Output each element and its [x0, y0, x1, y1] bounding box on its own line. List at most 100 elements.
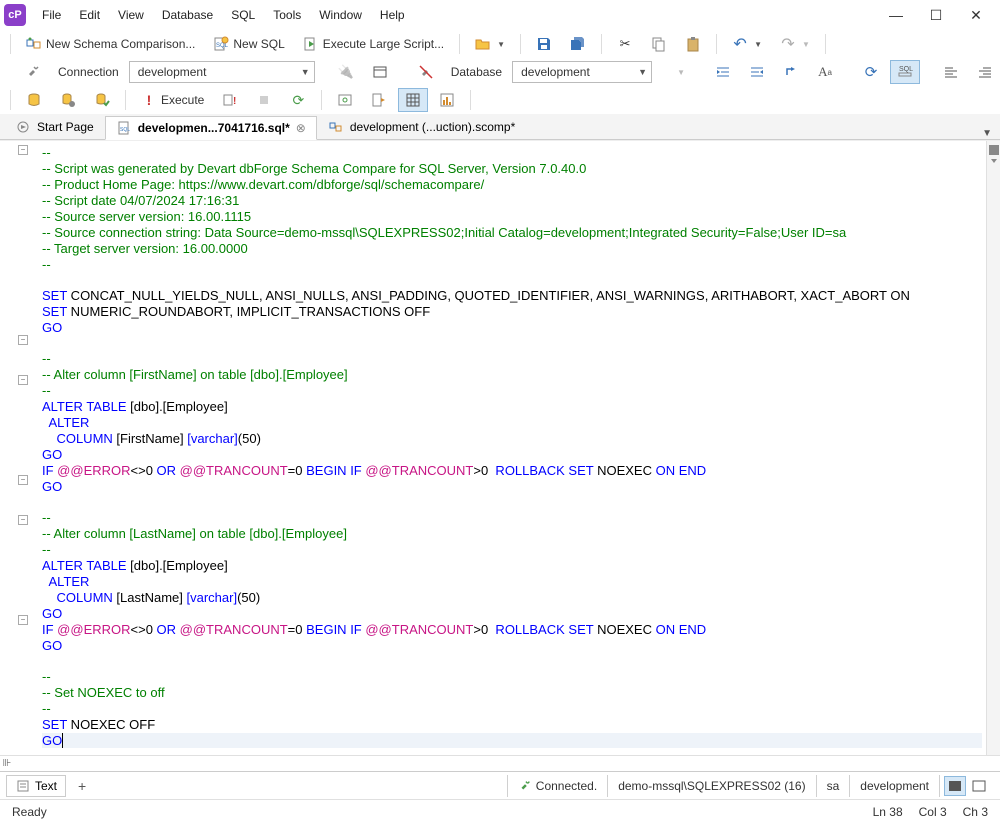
align-right-icon [977, 64, 993, 80]
stop-button[interactable] [249, 88, 279, 112]
menu-help[interactable]: Help [372, 4, 413, 26]
query-builder-button[interactable] [330, 88, 360, 112]
status-ready: Ready [12, 805, 47, 819]
connection-dropdown[interactable]: development ▼ [129, 61, 315, 83]
folder-open-icon [475, 36, 491, 52]
tab-label: developmen...7041716.sql* [138, 121, 290, 135]
bottom-tab-label: Text [35, 779, 57, 793]
fold-icon[interactable]: − [18, 375, 28, 385]
fold-icon[interactable]: − [18, 515, 28, 525]
refresh-button[interactable]: ⟳ [856, 60, 886, 84]
tab-close-icon[interactable]: ⊗ [296, 121, 306, 135]
plug-add-icon: 🔌 [338, 64, 354, 80]
bottom-tab-text[interactable]: Text [6, 775, 66, 797]
split-handle-icon[interactable]: ⊪ [0, 758, 14, 769]
menu-file[interactable]: File [34, 4, 69, 26]
align-right-button[interactable] [970, 60, 1000, 84]
tab-active-sql[interactable]: SQL developmen...7041716.sql* ⊗ [105, 116, 317, 140]
reload-button[interactable]: ⟳ [283, 88, 313, 112]
svg-text:!: ! [233, 96, 236, 107]
horizontal-scroll-area[interactable]: ⊪ [0, 755, 1000, 771]
undo-button[interactable]: ↶ ▼ [725, 32, 769, 56]
db-3-button[interactable] [87, 88, 117, 112]
save-all-button[interactable] [563, 32, 593, 56]
tab-start-page[interactable]: Start Page [4, 115, 105, 139]
menu-window[interactable]: Window [311, 4, 370, 26]
grid-view-button[interactable] [398, 88, 428, 112]
profiler-button[interactable] [432, 88, 462, 112]
execute-large-script-button[interactable]: Execute Large Script... [296, 32, 451, 56]
editor-tabs: Start Page SQL developmen...7041716.sql*… [0, 114, 1000, 140]
minimize-button[interactable]: — [876, 0, 916, 30]
new-schema-comparison-button[interactable]: New Schema Comparison... [19, 32, 202, 56]
editor-gutter: − − − − − − [0, 141, 36, 755]
align-left-button[interactable] [936, 60, 966, 84]
new-sql-button[interactable]: SQL New SQL [206, 32, 291, 56]
save-button[interactable] [529, 32, 559, 56]
code-editor[interactable]: − − − − − − -- -- Script was generated b… [0, 140, 1000, 755]
save-icon [536, 36, 552, 52]
code-content[interactable]: -- -- Script was generated by Devart dbF… [36, 141, 986, 755]
database-value: development [521, 65, 590, 79]
overview-ruler[interactable] [986, 141, 1000, 755]
maximize-button[interactable]: ☐ [916, 0, 956, 30]
refresh-button[interactable] [776, 60, 806, 84]
menu-edit[interactable]: Edit [71, 4, 108, 26]
database-check-icon [94, 92, 110, 108]
window-controls: — ☐ ✕ [876, 0, 996, 30]
db-2-button[interactable] [53, 88, 83, 112]
toolbar-row-1: New Schema Comparison... SQL New SQL Exe… [0, 30, 1000, 58]
view-mode-2-button[interactable] [968, 776, 990, 796]
chevron-down-icon [989, 157, 999, 165]
disconnect-button[interactable] [411, 60, 441, 84]
redo-icon: ↷ [780, 36, 796, 52]
split-handle-icon[interactable] [989, 145, 999, 155]
svg-text:SQL: SQL [216, 43, 229, 49]
db-1-button[interactable] [19, 88, 49, 112]
redo-button[interactable]: ↷ ▼ [773, 32, 817, 56]
fold-icon[interactable]: − [18, 145, 28, 155]
fold-icon[interactable]: − [18, 475, 28, 485]
status-col: Col 3 [919, 805, 947, 819]
menu-database[interactable]: Database [154, 4, 221, 26]
tabs-overflow-button[interactable]: ▼ [974, 128, 1000, 139]
connection-icon-button[interactable] [18, 60, 48, 84]
paste-button[interactable] [678, 32, 708, 56]
connection-action-1[interactable]: 🔌 [331, 60, 361, 84]
fold-icon[interactable]: − [18, 615, 28, 625]
menu-sql[interactable]: SQL [223, 4, 263, 26]
format-outdent-button[interactable] [742, 60, 772, 84]
database-label: Database [451, 65, 502, 79]
save-all-icon [570, 36, 586, 52]
connection-status: Connected. [507, 775, 607, 797]
db-action-dropdown[interactable]: ▼ [668, 60, 692, 84]
connection-value: development [138, 65, 207, 79]
sql-mode-button[interactable]: SQL [890, 60, 920, 84]
fold-icon[interactable]: − [18, 335, 28, 345]
menu-view[interactable]: View [110, 4, 152, 26]
indent-icon [715, 64, 731, 80]
svg-text:SQL: SQL [899, 66, 913, 73]
cut-button[interactable]: ✂ [610, 32, 640, 56]
execute-large-icon [303, 36, 319, 52]
tab-compare[interactable]: development (...uction).scomp* [317, 115, 526, 139]
execute-button[interactable]: ! Execute [134, 88, 211, 112]
open-button[interactable]: ▼ [468, 32, 512, 56]
format-indent-button[interactable] [708, 60, 738, 84]
view-mode-1-button[interactable] [944, 776, 966, 796]
status-ch: Ch 3 [963, 805, 988, 819]
copy-button[interactable] [644, 32, 674, 56]
align-left-icon [943, 64, 959, 80]
toolbar-row-3: ! Execute ! ⟳ [0, 86, 1000, 114]
export-icon [371, 92, 387, 108]
close-button[interactable]: ✕ [956, 0, 996, 30]
connection-action-2[interactable] [365, 60, 395, 84]
database-dropdown[interactable]: development ▼ [512, 61, 652, 83]
add-tab-button[interactable]: + [70, 776, 94, 796]
export-button[interactable] [364, 88, 394, 112]
menu-tools[interactable]: Tools [265, 4, 309, 26]
font-size-button[interactable]: Aa [810, 60, 840, 84]
execute-selection-button[interactable]: ! [215, 88, 245, 112]
main-menu: File Edit View Database SQL Tools Window… [34, 4, 876, 26]
sql-file-icon: SQL [116, 120, 132, 136]
